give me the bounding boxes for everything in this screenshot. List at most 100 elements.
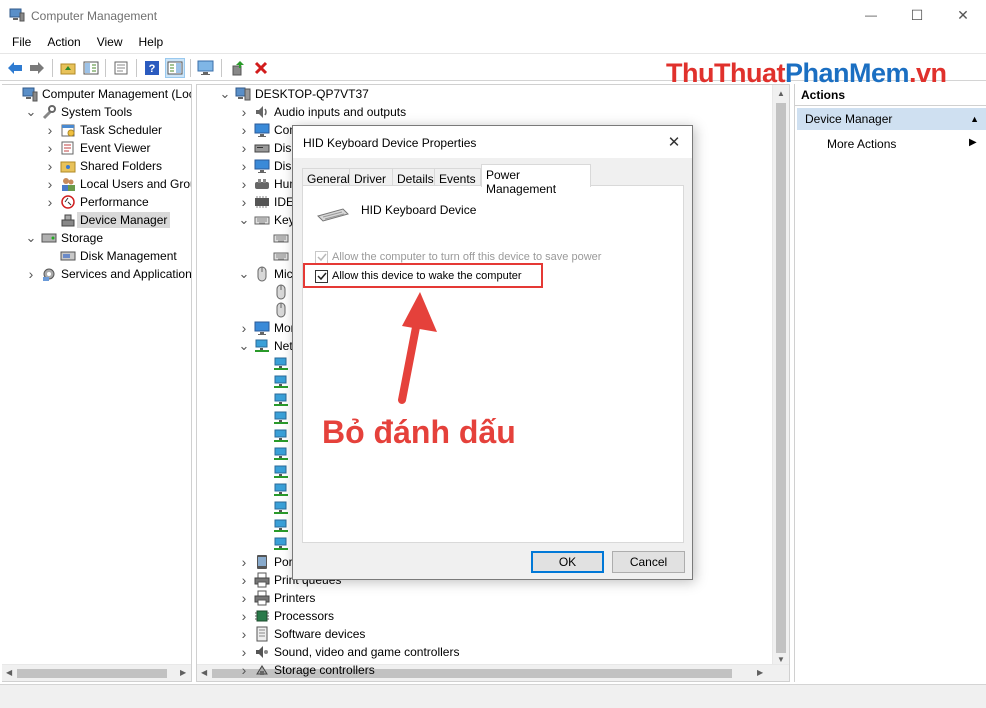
tree-item[interactable]: › Software devices bbox=[238, 625, 366, 643]
left-horizontal-scrollbar[interactable]: ◀ ▶ bbox=[2, 664, 191, 681]
scrollbar-thumb[interactable] bbox=[17, 669, 167, 678]
hid-icon bbox=[254, 176, 270, 192]
show-hide-console-tree-button[interactable] bbox=[81, 58, 101, 78]
tree-item-label: Printers bbox=[274, 591, 316, 605]
local-users-icon bbox=[60, 176, 76, 192]
tree-item[interactable]: › Event Viewer bbox=[44, 139, 151, 157]
menu-view[interactable]: View bbox=[91, 35, 129, 49]
tree-item[interactable]: › Sound, video and game controllers bbox=[238, 643, 460, 661]
tree-item[interactable]: Computer Management (Local bbox=[6, 85, 191, 103]
scrollbar-thumb[interactable] bbox=[776, 103, 786, 653]
tab-power-management[interactable]: Power Management bbox=[481, 164, 591, 196]
tree-item-label: Task Scheduler bbox=[80, 123, 163, 137]
tree-item-label: Local Users and Groups bbox=[80, 177, 191, 191]
tree-item-label: Storage bbox=[61, 231, 104, 245]
tree-item[interactable]: › Printers bbox=[238, 589, 316, 607]
scroll-left-arrow-icon[interactable]: ◀ bbox=[6, 668, 12, 677]
expand-chevron-right-icon[interactable]: › bbox=[238, 643, 250, 661]
scroll-down-arrow-icon[interactable]: ▼ bbox=[777, 655, 785, 664]
cancel-button[interactable]: Cancel bbox=[612, 551, 685, 573]
close-button[interactable]: ✕ bbox=[940, 0, 986, 30]
help-button[interactable]: ? bbox=[142, 58, 162, 78]
minimize-button[interactable]: — bbox=[848, 0, 894, 30]
tree-item[interactable]: ⌄ DESKTOP-QP7VT37 bbox=[219, 85, 369, 103]
shared-folders-icon bbox=[60, 158, 76, 174]
tree-item[interactable]: › Performance bbox=[44, 193, 149, 211]
scroll-right-arrow-icon[interactable]: ▶ bbox=[757, 668, 763, 677]
tree-item[interactable]: ⌄ System Tools bbox=[25, 103, 132, 121]
expand-chevron-right-icon[interactable]: › bbox=[238, 625, 250, 643]
forward-button[interactable] bbox=[27, 58, 47, 78]
tree-item-label: Disk Management bbox=[80, 249, 177, 263]
action-pane-icon bbox=[167, 61, 183, 75]
expand-chevron-right-icon[interactable]: › bbox=[238, 157, 250, 175]
expand-chevron-down-icon[interactable]: ⌄ bbox=[25, 103, 37, 121]
device-tree-vertical-scrollbar[interactable]: ▲ ▼ bbox=[772, 85, 789, 666]
network-icon bbox=[273, 482, 289, 498]
scan-hardware-button[interactable] bbox=[196, 58, 216, 78]
expand-chevron-right-icon[interactable]: › bbox=[44, 139, 56, 157]
tree-item[interactable]: › Processors bbox=[238, 607, 334, 625]
network-icon bbox=[273, 500, 289, 516]
menu-file[interactable]: File bbox=[6, 35, 37, 49]
expand-chevron-right-icon[interactable]: › bbox=[44, 121, 56, 139]
scroll-right-arrow-icon[interactable]: ▶ bbox=[180, 668, 186, 677]
expand-chevron-right-icon[interactable]: › bbox=[238, 103, 250, 121]
expand-chevron-right-icon[interactable]: › bbox=[238, 571, 250, 589]
expand-chevron-down-icon[interactable]: ⌄ bbox=[238, 211, 250, 229]
expand-chevron-right-icon[interactable]: › bbox=[44, 193, 56, 211]
actions-section-label: Device Manager bbox=[805, 112, 893, 126]
tree-item[interactable]: › Storage controllers bbox=[238, 661, 375, 679]
tree-item[interactable]: › Local Users and Groups bbox=[44, 175, 191, 193]
expand-chevron-down-icon[interactable]: ⌄ bbox=[238, 337, 250, 355]
action-pane-button[interactable] bbox=[165, 58, 185, 78]
tree-item[interactable]: › Audio inputs and outputs bbox=[238, 103, 406, 121]
expand-chevron-right-icon[interactable]: › bbox=[238, 175, 250, 193]
maximize-button[interactable]: ☐ bbox=[894, 0, 940, 30]
allow-turn-off-checkbox[interactable] bbox=[315, 250, 328, 264]
expand-chevron-right-icon[interactable]: › bbox=[238, 121, 250, 139]
expand-chevron-right-icon[interactable]: › bbox=[44, 175, 56, 193]
tree-item[interactable]: Disk Management bbox=[44, 247, 177, 265]
expand-chevron-down-icon[interactable]: ⌄ bbox=[238, 265, 250, 283]
submenu-arrow-icon[interactable]: ▶ bbox=[969, 137, 977, 148]
expand-chevron-right-icon[interactable]: › bbox=[238, 661, 250, 679]
menu-action[interactable]: Action bbox=[41, 35, 86, 49]
printer-icon bbox=[254, 590, 270, 606]
menu-help[interactable]: Help bbox=[133, 35, 170, 49]
expand-chevron-down-icon[interactable]: ⌄ bbox=[25, 229, 37, 247]
tree-item[interactable]: › Services and Applications bbox=[25, 265, 191, 283]
tree-item[interactable]: ⌄ Storage bbox=[25, 229, 103, 247]
expand-chevron-right-icon[interactable]: › bbox=[238, 553, 250, 571]
expand-chevron-right-icon[interactable]: › bbox=[238, 319, 250, 337]
expand-chevron-right-icon[interactable]: › bbox=[238, 193, 250, 211]
expand-chevron-right-icon[interactable]: › bbox=[238, 139, 250, 157]
expand-chevron-down-icon[interactable]: ⌄ bbox=[219, 85, 231, 103]
mouse-icon bbox=[273, 302, 289, 318]
tree-item[interactable]: › Shared Folders bbox=[44, 157, 162, 175]
expand-chevron-right-icon[interactable]: › bbox=[25, 265, 37, 283]
ok-button[interactable]: OK bbox=[531, 551, 604, 573]
uninstall-device-button[interactable] bbox=[251, 58, 271, 78]
tree-item[interactable]: › Task Scheduler bbox=[44, 121, 162, 139]
computer-management-app-icon bbox=[9, 8, 25, 22]
up-folder-button[interactable] bbox=[58, 58, 78, 78]
scroll-left-arrow-icon[interactable]: ◀ bbox=[201, 668, 207, 677]
tree-item-label: Device Manager bbox=[77, 212, 171, 228]
dialog-close-button[interactable]: ✕ bbox=[664, 132, 684, 152]
expand-chevron-right-icon[interactable]: › bbox=[238, 589, 250, 607]
expand-chevron-right-icon[interactable]: › bbox=[238, 607, 250, 625]
update-driver-button[interactable] bbox=[228, 58, 248, 78]
collapse-triangle-icon[interactable]: ▲ bbox=[970, 114, 979, 124]
properties-button[interactable] bbox=[111, 58, 131, 78]
actions-section-device-manager[interactable]: Device Manager ▲ bbox=[797, 108, 986, 130]
checkmark-icon bbox=[316, 253, 327, 262]
back-button[interactable] bbox=[5, 58, 25, 78]
tree-item[interactable]: Device Manager bbox=[44, 211, 171, 229]
scroll-up-arrow-icon[interactable]: ▲ bbox=[777, 89, 785, 98]
more-actions-item[interactable]: More Actions bbox=[827, 137, 896, 151]
update-driver-icon bbox=[232, 61, 244, 76]
expand-chevron-right-icon[interactable]: › bbox=[44, 157, 56, 175]
annotation-highlight-box bbox=[303, 263, 543, 288]
